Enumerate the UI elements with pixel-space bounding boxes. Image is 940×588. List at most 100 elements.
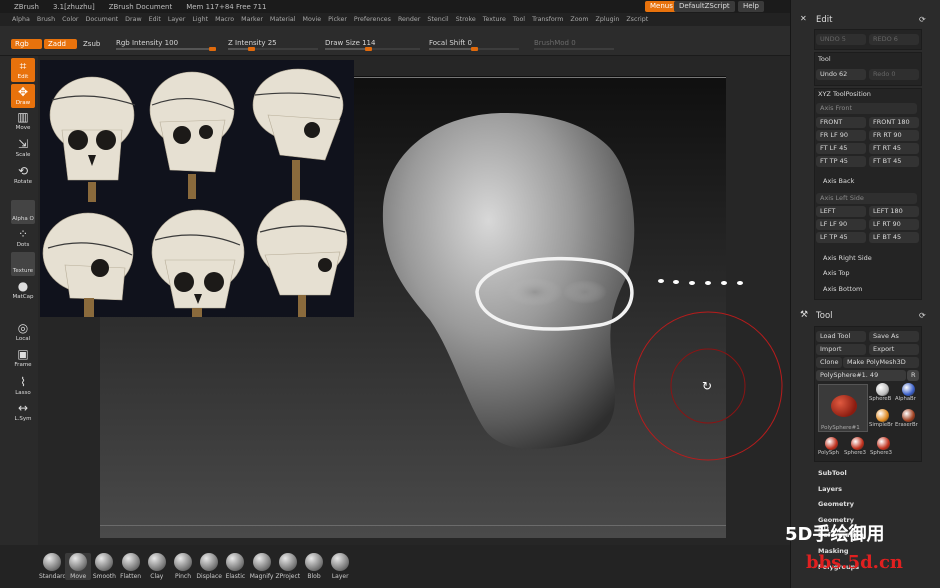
make-polymesh-button[interactable]: Make PolyMesh3D — [843, 357, 919, 368]
axis-back-button[interactable]: Axis Back — [823, 177, 854, 185]
tool-redo-button[interactable]: Redo 0 — [869, 69, 919, 80]
tool-thumbnail-label: Sphere3 — [870, 450, 893, 456]
brush-icon — [121, 553, 140, 571]
brush-label: Elastic — [225, 573, 246, 580]
brush-label: ZProject — [275, 573, 301, 580]
brush-clay[interactable]: Clay — [144, 553, 170, 580]
brush-standard[interactable]: Standard — [39, 553, 67, 580]
zbrush-window: ZBrush 3.1[zhuzhu] ZBrush Document Mem 1… — [0, 0, 940, 588]
brush-icon — [305, 553, 323, 571]
tool-thumbnail-label: SphereB — [869, 396, 892, 402]
brush-icon — [331, 553, 350, 571]
tool-thumbnail-icon — [876, 437, 890, 450]
brush-icon — [43, 553, 61, 571]
axis-btn-ft-lf-45[interactable]: FT LF 45 — [816, 143, 866, 154]
brush-label: Move — [70, 573, 87, 580]
axis-right-side-button[interactable]: Axis Right Side — [823, 254, 872, 262]
brush-icon — [278, 553, 297, 571]
brush-magnify[interactable]: Magnify — [249, 553, 275, 580]
clone-button[interactable]: Clone — [816, 357, 842, 368]
axis-btn-lf-bt-45[interactable]: LF BT 45 — [869, 232, 919, 243]
brush-smooth[interactable]: Smooth — [91, 553, 117, 580]
tool-refresh-icon[interactable]: ⟳ — [919, 311, 926, 320]
tool-thumbnail-label: Sphere3 — [844, 450, 867, 456]
r-button[interactable]: R — [907, 370, 919, 381]
brush-icon — [95, 553, 114, 571]
bottom-brush-shelf: Standard Move Smooth Flatten Clay Pinch Displa… — [0, 545, 790, 588]
axis-btn-ft-rt-45[interactable]: FT RT 45 — [869, 143, 919, 154]
brush-label: Flatten — [120, 573, 142, 580]
brush-icon — [174, 553, 192, 571]
brush-label: Pinch — [174, 573, 192, 580]
redo-button[interactable]: REDO 6 — [869, 34, 919, 45]
export-button[interactable]: Export — [869, 344, 919, 355]
axis-btn-ft-tp-45[interactable]: FT TP 45 — [816, 156, 866, 167]
axis-btn-fr-rt-90[interactable]: FR RT 90 — [869, 130, 919, 141]
brush-layer[interactable]: Layer — [327, 553, 353, 580]
hammer-icon[interactable]: ⚒ — [800, 310, 808, 320]
subsection-subtool[interactable]: SubTool — [818, 469, 847, 477]
sculpt-head-mesh[interactable] — [382, 113, 635, 449]
tool-thumbnail-label: SimpleBr — [869, 422, 893, 428]
axis-btn-lf-lf-90[interactable]: LF LF 90 — [816, 219, 866, 230]
tool-thumbnail[interactable]: EraserBr — [895, 408, 921, 432]
save-as-button[interactable]: Save As — [869, 331, 919, 342]
axis-bottom-button[interactable]: Axis Bottom — [823, 285, 862, 293]
tool-thumbnail[interactable]: SimpleBr — [869, 408, 895, 432]
tool-thumbnail-icon — [875, 409, 889, 422]
axis-btn-front[interactable]: FRONT — [816, 117, 866, 128]
tool-panel-title: Tool — [816, 311, 833, 321]
tool-thumbnail[interactable]: Sphere3 — [844, 436, 870, 460]
brush-icon — [69, 553, 88, 571]
axis-btn-lf-rt-90[interactable]: LF RT 90 — [869, 219, 919, 230]
skull-reference-image — [40, 60, 354, 317]
axis-btn-fr-lf-90[interactable]: FR LF 90 — [816, 130, 866, 141]
edit-grip-icon[interactable]: ✕ — [800, 14, 807, 23]
axis-btn-lf-tp-45[interactable]: LF TP 45 — [816, 232, 866, 243]
brush-label: Clay — [150, 573, 164, 580]
brush-elastic[interactable]: Elastic — [222, 553, 248, 580]
current-tool-slider[interactable]: PolySphere#1. 49 — [816, 370, 906, 381]
axis-btn-left[interactable]: LEFT — [816, 206, 866, 217]
axis-front-header[interactable]: Axis Front — [816, 103, 917, 114]
brush-displace[interactable]: Displace — [196, 553, 222, 580]
tool-thumbnail[interactable]: PolySph — [818, 436, 844, 460]
watermark-line2: bbs.5d.cn — [806, 552, 903, 573]
svg-text:↻: ↻ — [702, 379, 712, 393]
stroke-dots — [658, 279, 743, 285]
brush-label: Blob — [307, 573, 321, 580]
tool-thumbnail[interactable]: Sphere3 — [870, 436, 896, 460]
load-tool-button[interactable]: Load Tool — [816, 331, 866, 342]
brush-move[interactable]: Move — [65, 553, 92, 580]
axis-btn-ft-bt-45[interactable]: FT BT 45 — [869, 156, 919, 167]
tool-thumbnail-label: AlphaBr — [895, 396, 916, 402]
subsection-geometry[interactable]: Geometry — [818, 500, 854, 508]
tool-thumbnail-icon — [875, 383, 889, 396]
axis-btn-left-180[interactable]: LEFT 180 — [869, 206, 919, 217]
brush-label: Smooth — [92, 573, 116, 580]
brush-pinch[interactable]: Pinch — [170, 553, 196, 580]
brush-icon — [200, 553, 219, 571]
brush-label: Displace — [196, 573, 222, 580]
axis-btn-front-180[interactable]: FRONT 180 — [869, 117, 919, 128]
brush-label: Standard — [39, 573, 67, 580]
undo-button[interactable]: UNDO 5 — [816, 34, 866, 45]
tool-thumbnail-icon — [901, 409, 915, 422]
tool-undo-button[interactable]: Undo 62 — [816, 69, 866, 80]
tool-thumbnail-label: EraserBr — [895, 422, 918, 428]
brush-label: Magnify — [249, 573, 274, 580]
tool-thumbnail[interactable]: AlphaBr — [895, 382, 921, 406]
axis-top-button[interactable]: Axis Top — [823, 269, 850, 277]
subsection-layers[interactable]: Layers — [818, 485, 842, 493]
edit-refresh-icon[interactable]: ⟳ — [919, 15, 926, 24]
brush-flatten[interactable]: Flatten — [118, 553, 144, 580]
tool-thumbnail[interactable]: SphereB — [869, 382, 895, 406]
axis-left-side-header[interactable]: Axis Left Side — [816, 193, 917, 204]
import-button[interactable]: Import — [816, 344, 866, 355]
polysphere-icon — [831, 395, 857, 417]
tool-thumbnail-main[interactable]: PolySphere#1 — [818, 384, 868, 432]
brush-zproject[interactable]: ZProject — [275, 553, 301, 580]
xyz-title: XYZ ToolPosition — [818, 90, 871, 98]
brush-blob[interactable]: Blob — [301, 553, 327, 580]
tool-thumbnail-icon — [901, 383, 915, 396]
